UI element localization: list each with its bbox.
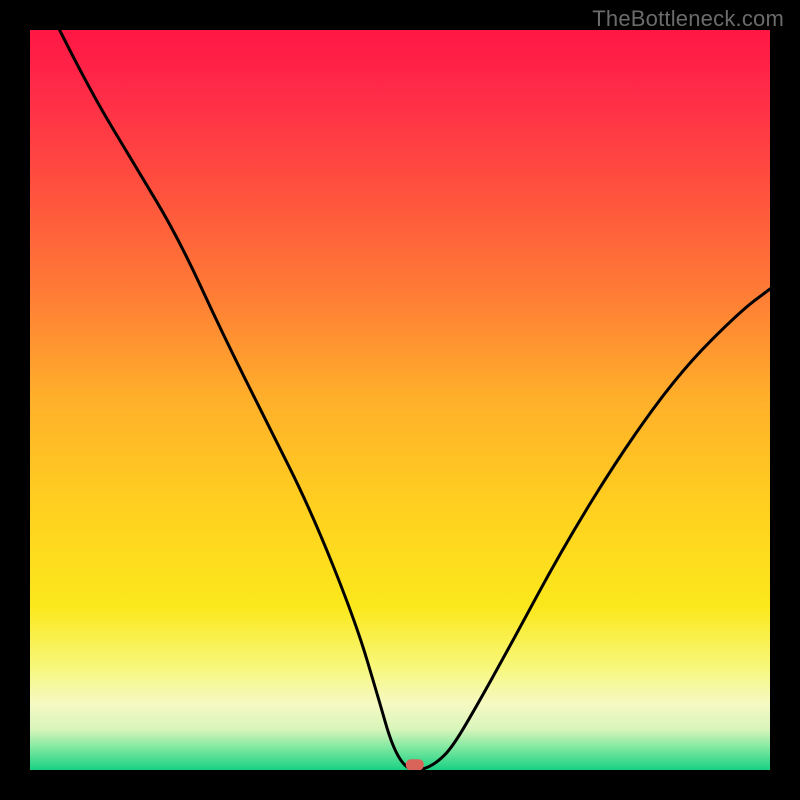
- optimal-point-marker: [406, 759, 424, 770]
- bottleneck-chart: [30, 30, 770, 770]
- watermark-text: TheBottleneck.com: [592, 6, 784, 32]
- chart-frame: TheBottleneck.com: [0, 0, 800, 800]
